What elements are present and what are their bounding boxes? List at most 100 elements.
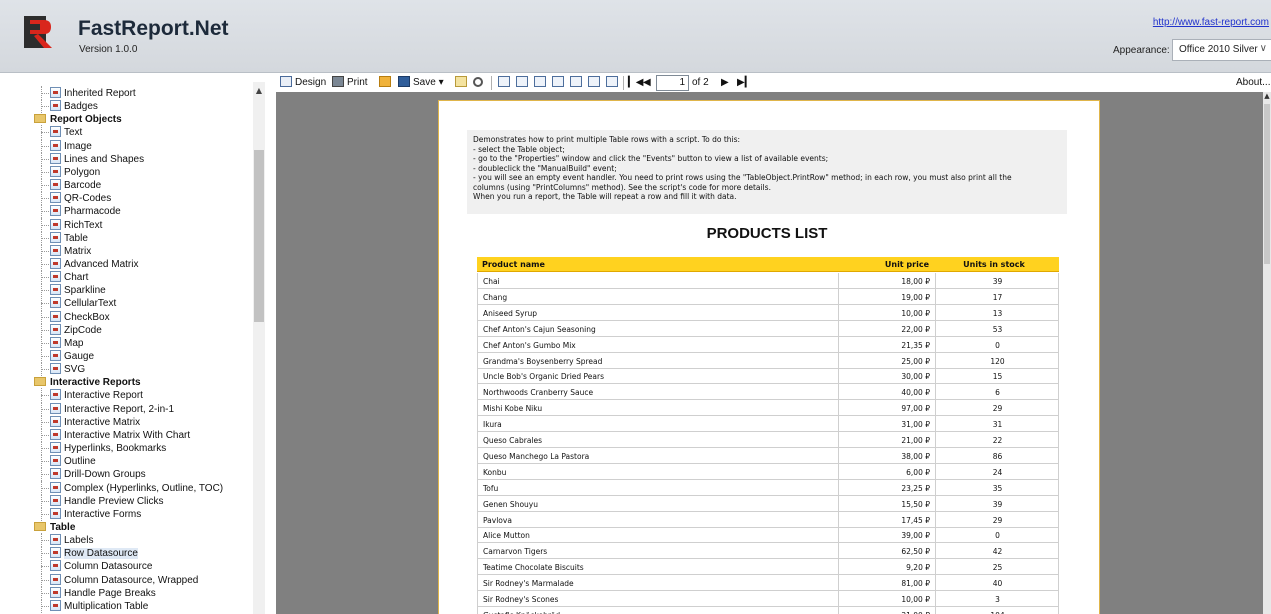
cell-unit-price: 18,00 ₽ bbox=[838, 273, 935, 288]
watermark-button[interactable] bbox=[606, 76, 621, 90]
cell-unit-price: 40,00 ₽ bbox=[838, 384, 935, 400]
tree-item-label: Barcode bbox=[64, 180, 102, 192]
last-page-button[interactable]: ▶▎ bbox=[737, 76, 752, 90]
tree-item[interactable]: Chart bbox=[50, 271, 88, 284]
tree-item[interactable]: Polygon bbox=[50, 165, 100, 179]
tree-item[interactable]: Advanced Matrix bbox=[50, 257, 138, 271]
table-row: Carnarvon Tigers 62,50 ₽42 bbox=[477, 543, 1059, 560]
tree-item[interactable]: CellularText bbox=[50, 297, 116, 310]
tree-item[interactable]: Complex (Hyperlinks, Outline, TOC) bbox=[50, 481, 223, 495]
thumbnails-button[interactable] bbox=[516, 76, 531, 90]
tree-item[interactable]: CheckBox bbox=[50, 310, 110, 324]
tree-item[interactable]: Pharmacode bbox=[50, 205, 121, 218]
tree-category[interactable]: Report Objects bbox=[34, 113, 122, 126]
tree-item[interactable]: Map bbox=[50, 336, 83, 350]
tree-item[interactable]: Interactive Matrix With Chart bbox=[50, 428, 190, 442]
cell-product-name: Northwoods Cranberry Sauce bbox=[483, 388, 594, 398]
scroll-up-icon[interactable]: ▲ bbox=[254, 86, 264, 95]
tree-item[interactable]: Handle Preview Clicks bbox=[50, 494, 163, 508]
report-description: Demonstrates how to print multiple Table… bbox=[467, 130, 1067, 214]
save-button[interactable]: Save ▾ bbox=[398, 76, 444, 90]
report-file-icon bbox=[50, 284, 61, 296]
tree-connector bbox=[41, 585, 42, 600]
tree-item[interactable]: Interactive Report bbox=[50, 389, 143, 402]
tree-item[interactable]: Inherited Report bbox=[50, 87, 136, 100]
tree-scrollbar[interactable]: ▲ bbox=[253, 82, 265, 614]
tree-item-label: Chart bbox=[64, 272, 89, 284]
tree-connector bbox=[41, 204, 42, 219]
find-button[interactable] bbox=[473, 76, 486, 90]
edit-page-button[interactable] bbox=[552, 76, 567, 90]
about-button[interactable]: About... bbox=[1236, 76, 1270, 90]
tree-item[interactable]: Outline bbox=[50, 455, 96, 468]
report-file-icon bbox=[50, 560, 61, 572]
tree-connector bbox=[41, 572, 42, 587]
tree-category[interactable]: Table bbox=[34, 521, 75, 534]
tree-item[interactable]: ZipCode bbox=[50, 323, 102, 337]
report-preview[interactable]: Demonstrates how to print multiple Table… bbox=[276, 92, 1263, 614]
tree-item[interactable]: Interactive Report, 2-in-1 bbox=[50, 402, 174, 416]
appearance-dropdown[interactable]: Office 2010 Silver ∨ bbox=[1172, 39, 1271, 61]
cell-product-name: Ikura bbox=[483, 420, 502, 430]
next-page-button[interactable]: ▶ bbox=[721, 76, 729, 90]
tree-item[interactable]: Matrix bbox=[50, 244, 91, 258]
tree-scroll-thumb[interactable] bbox=[254, 150, 264, 322]
tree-item[interactable]: Column Datasource, Wrapped bbox=[50, 573, 198, 587]
cell-product-name: Queso Cabrales bbox=[483, 436, 543, 445]
report-file-icon bbox=[50, 297, 61, 309]
tree-item[interactable]: Gauge bbox=[50, 350, 94, 363]
tree-item-label: Row Datasource bbox=[64, 548, 138, 560]
design-icon bbox=[280, 76, 292, 87]
description-line: - you will see an empty event handler. Y… bbox=[473, 173, 1012, 182]
report-file-icon bbox=[50, 205, 61, 217]
tree-connector bbox=[41, 250, 49, 252]
tree-item[interactable]: Badges bbox=[50, 100, 98, 113]
page-number-input[interactable]: 1 bbox=[656, 75, 689, 91]
first-page-button[interactable]: ▎◀ bbox=[628, 76, 643, 90]
description-line: When you run a report, the Table will re… bbox=[473, 192, 737, 201]
tree-item[interactable]: Handle Page Breaks bbox=[50, 586, 156, 600]
export-button[interactable] bbox=[379, 76, 394, 90]
tree-item[interactable]: Interactive Matrix bbox=[50, 415, 140, 429]
tree-item[interactable]: Hyperlinks, Bookmarks bbox=[50, 442, 166, 455]
tree-item-label: Lines and Shapes bbox=[64, 153, 145, 165]
tree-item[interactable]: Interactive Forms bbox=[50, 507, 141, 521]
design-button[interactable]: Design bbox=[280, 76, 326, 90]
report-file-icon bbox=[50, 507, 61, 519]
tree-item[interactable]: Row Datasource bbox=[50, 547, 138, 560]
scroll-up-icon[interactable]: ▲ bbox=[1263, 92, 1271, 100]
tree-item[interactable]: Multiplication Table bbox=[50, 599, 148, 613]
tree-item[interactable]: QR-Codes bbox=[50, 192, 111, 205]
tree-item[interactable]: Drill-Down Groups bbox=[50, 468, 146, 481]
tree-item[interactable]: Column Datasource bbox=[50, 560, 152, 573]
tree-item[interactable]: Text bbox=[50, 126, 82, 139]
tree-item[interactable]: Table bbox=[50, 231, 88, 245]
prev-page-button[interactable]: ◀ bbox=[643, 76, 651, 90]
tree-item[interactable]: RichText bbox=[50, 218, 102, 232]
cell-units-in-stock: 42 bbox=[935, 543, 1059, 559]
tree-item[interactable]: Labels bbox=[50, 534, 93, 547]
tree-connector bbox=[41, 171, 49, 173]
page-setup-button[interactable] bbox=[534, 76, 549, 90]
cell-unit-price: 6,00 ₽ bbox=[838, 463, 935, 479]
tree-item[interactable]: Barcode bbox=[50, 179, 101, 192]
preview-scrollbar[interactable]: ▲ bbox=[1263, 92, 1271, 614]
tree-item[interactable]: Lines and Shapes bbox=[50, 152, 145, 166]
delete-page-button[interactable] bbox=[588, 76, 603, 90]
outline-button[interactable] bbox=[498, 76, 513, 90]
app-window: FastReport.Net Version 1.0.0 http://www.… bbox=[0, 0, 1271, 614]
preview-scroll-thumb[interactable] bbox=[1264, 104, 1270, 264]
website-link[interactable]: http://www.fast-report.com bbox=[1153, 17, 1269, 28]
cell-units-in-stock: 35 bbox=[935, 479, 1059, 495]
tree-connector bbox=[41, 454, 42, 469]
copy-page-button[interactable] bbox=[570, 76, 585, 90]
print-button[interactable]: Print bbox=[332, 76, 368, 90]
tree-item[interactable]: SVG bbox=[50, 363, 85, 376]
email-button[interactable] bbox=[455, 76, 470, 90]
report-file-icon bbox=[50, 350, 61, 361]
tree-connector bbox=[41, 322, 42, 337]
tree-connector bbox=[41, 145, 49, 147]
tree-item[interactable]: Image bbox=[50, 139, 92, 153]
tree-item[interactable]: Sparkline bbox=[50, 284, 106, 297]
tree-category[interactable]: Interactive Reports bbox=[34, 376, 141, 389]
